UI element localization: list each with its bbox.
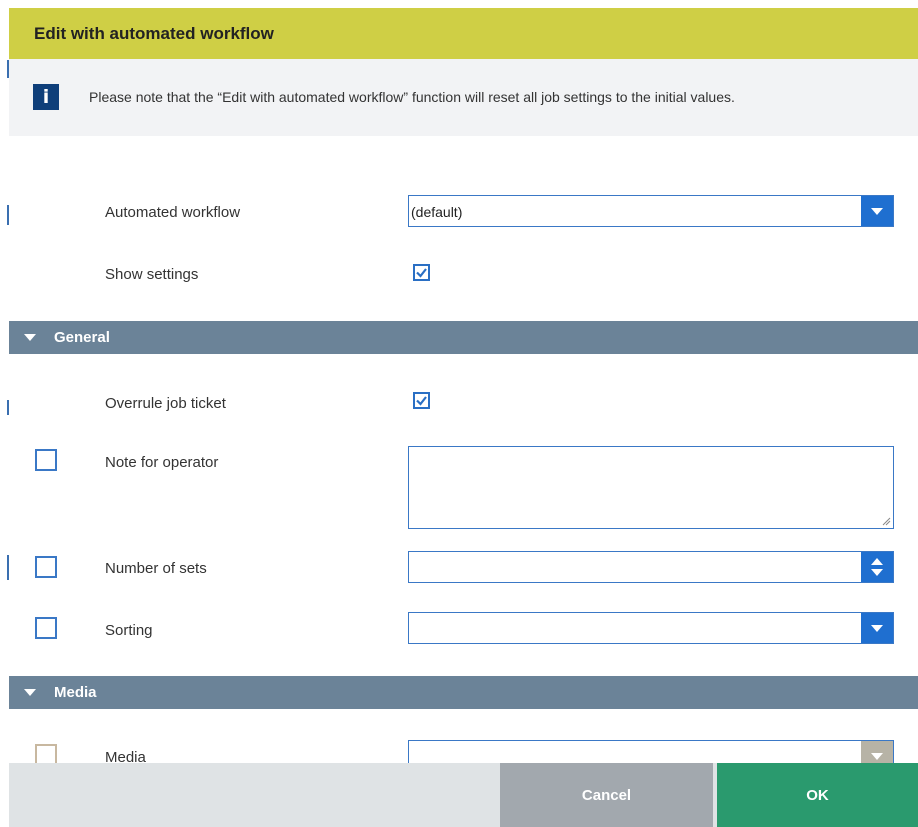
section-general-title: General: [54, 329, 110, 346]
sorting-enable-checkbox[interactable]: [35, 617, 57, 639]
window-left-edge: [0, 0, 9, 827]
note-for-operator-enable-checkbox[interactable]: [35, 449, 57, 471]
caret-down-icon: [24, 689, 36, 696]
sorting-select[interactable]: [408, 612, 894, 644]
overrule-job-ticket-checkbox[interactable]: [413, 392, 430, 409]
chevron-up-icon[interactable]: [871, 558, 883, 565]
info-banner: i Please note that the “Edit with automa…: [9, 59, 918, 136]
ok-button[interactable]: OK: [717, 763, 918, 827]
chevron-down-icon[interactable]: [861, 613, 893, 643]
dialog-title: Edit with automated workflow: [34, 23, 274, 43]
note-for-operator-label: Note for operator: [105, 454, 219, 471]
show-settings-label: Show settings: [105, 266, 199, 283]
caret-down-icon: [24, 334, 36, 341]
dialog-footer: Cancel OK: [9, 763, 918, 827]
automated-workflow-label: Automated workflow: [105, 204, 241, 221]
info-message: Please note that the “Edit with automate…: [89, 89, 735, 105]
dialog-title-bar: Edit with automated workflow: [9, 8, 918, 59]
chevron-down-icon[interactable]: [871, 569, 883, 576]
section-media-header[interactable]: Media: [9, 676, 918, 709]
spin-buttons[interactable]: [861, 552, 893, 582]
sorting-label: Sorting: [105, 622, 153, 639]
overrule-job-ticket-label: Overrule job ticket: [105, 395, 226, 412]
section-media-title: Media: [54, 684, 97, 701]
resize-grip-icon[interactable]: [881, 516, 891, 526]
number-of-sets-stepper[interactable]: [408, 551, 894, 583]
edit-workflow-dialog: Edit with automated workflow i Please no…: [9, 0, 918, 827]
chevron-down-icon[interactable]: [861, 196, 893, 226]
number-of-sets-enable-checkbox[interactable]: [35, 556, 57, 578]
number-of-sets-label: Number of sets: [105, 560, 207, 577]
checkmark-icon: [416, 396, 427, 406]
note-for-operator-textarea[interactable]: [408, 446, 894, 529]
show-settings-checkbox[interactable]: [413, 264, 430, 281]
info-icon: i: [33, 84, 59, 110]
automated-workflow-select[interactable]: (default): [408, 195, 894, 227]
automated-workflow-value: (default): [411, 204, 463, 220]
checkmark-icon: [416, 268, 427, 278]
cancel-button[interactable]: Cancel: [500, 763, 713, 827]
section-general-header[interactable]: General: [9, 321, 918, 354]
